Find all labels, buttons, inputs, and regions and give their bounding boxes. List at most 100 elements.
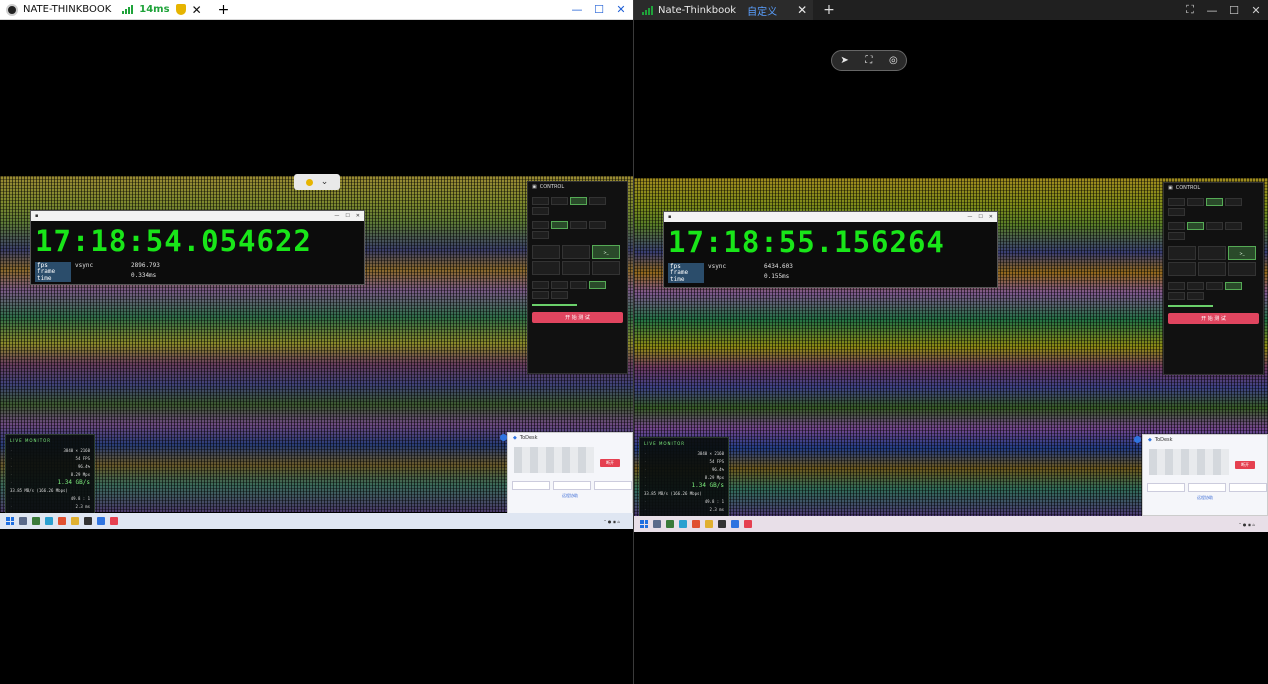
- pointer-icon[interactable]: ➤: [840, 55, 848, 66]
- chrome-icon[interactable]: [58, 517, 66, 525]
- option-button[interactable]: [532, 207, 549, 215]
- option-button[interactable]: [551, 281, 568, 289]
- option-button[interactable]: [1187, 292, 1204, 300]
- mode-button[interactable]: [1198, 262, 1226, 276]
- mode-button[interactable]: [1198, 246, 1226, 260]
- mode-button[interactable]: [562, 261, 590, 275]
- option-button[interactable]: [1187, 282, 1204, 290]
- terminal-icon[interactable]: [84, 517, 92, 525]
- todesk-action-button[interactable]: [512, 481, 550, 490]
- option-button[interactable]: [589, 197, 606, 205]
- terminal-icon[interactable]: [718, 520, 726, 528]
- info-dot-icon[interactable]: [500, 434, 507, 441]
- folder-icon[interactable]: [71, 517, 79, 525]
- option-button-selected[interactable]: [551, 221, 568, 229]
- option-button[interactable]: [1168, 292, 1185, 300]
- close-icon[interactable]: ✕: [989, 214, 993, 220]
- fullscreen-icon[interactable]: ⛶: [1184, 3, 1196, 17]
- todesk-action-button[interactable]: [1147, 483, 1185, 492]
- info-dot-icon[interactable]: [1134, 436, 1141, 443]
- folder-icon[interactable]: [705, 520, 713, 528]
- option-button[interactable]: [1206, 282, 1223, 290]
- edge-icon[interactable]: [45, 517, 53, 525]
- shield-icon[interactable]: [175, 4, 186, 15]
- windows-start-icon[interactable]: [6, 517, 14, 525]
- new-tab-button[interactable]: +: [218, 2, 230, 18]
- todesk-action-button[interactable]: [1188, 483, 1226, 492]
- option-button-selected[interactable]: [1206, 198, 1223, 206]
- option-button[interactable]: [1168, 282, 1185, 290]
- edge-icon[interactable]: [679, 520, 687, 528]
- option-button[interactable]: [532, 221, 549, 229]
- terminal-mode-button[interactable]: >_: [592, 245, 620, 259]
- todesk-action-button[interactable]: [594, 481, 632, 490]
- close-tab-icon[interactable]: ✕: [797, 3, 807, 17]
- minimize-icon[interactable]: —: [967, 214, 972, 220]
- windows-start-icon[interactable]: [640, 520, 648, 528]
- mode-button[interactable]: [562, 245, 590, 259]
- mode-button[interactable]: [1168, 262, 1196, 276]
- active-app-icon[interactable]: [744, 520, 752, 528]
- maximize-icon[interactable]: ☐: [1228, 4, 1240, 17]
- maximize-icon[interactable]: ☐: [593, 3, 605, 16]
- option-button[interactable]: [532, 231, 549, 239]
- mode-button[interactable]: [592, 261, 620, 275]
- option-button-selected[interactable]: [570, 197, 587, 205]
- mode-button[interactable]: [532, 245, 560, 259]
- disconnect-button[interactable]: 断开: [1235, 461, 1255, 469]
- option-button[interactable]: [1225, 222, 1242, 230]
- remote-assist-link[interactable]: 远程协助: [508, 493, 632, 499]
- option-button-selected[interactable]: [1225, 282, 1242, 290]
- todesk-action-button[interactable]: [553, 481, 591, 490]
- option-button[interactable]: [1225, 198, 1242, 206]
- new-tab-button[interactable]: +: [823, 2, 835, 18]
- option-button[interactable]: [1187, 198, 1204, 206]
- option-button[interactable]: [532, 281, 549, 289]
- system-tray[interactable]: ⌃ ● ◉ ⌂: [1238, 522, 1255, 527]
- todesk-taskbar-icon[interactable]: [97, 517, 105, 525]
- disconnect-button[interactable]: 断开: [600, 459, 620, 467]
- option-button[interactable]: [1168, 232, 1185, 240]
- chrome-icon[interactable]: [692, 520, 700, 528]
- todesk-action-button[interactable]: [1229, 483, 1267, 492]
- mode-button[interactable]: [1228, 262, 1256, 276]
- minimize-icon[interactable]: —: [571, 3, 583, 16]
- custom-label[interactable]: 自定义: [747, 3, 777, 18]
- option-button[interactable]: [532, 291, 549, 299]
- option-button[interactable]: [570, 281, 587, 289]
- search-icon[interactable]: [653, 520, 661, 528]
- left-tab[interactable]: NATE-THINKBOOK 14ms ✕: [0, 0, 208, 20]
- option-button-selected[interactable]: [589, 281, 606, 289]
- search-icon[interactable]: [19, 517, 27, 525]
- fullscreen-icon[interactable]: ⛶: [865, 55, 872, 66]
- option-button[interactable]: [1168, 222, 1185, 230]
- option-button[interactable]: [570, 221, 587, 229]
- taskbar-app-icon[interactable]: [32, 517, 40, 525]
- start-test-button[interactable]: 开 始 测 试: [1168, 313, 1259, 324]
- right-tab[interactable]: Nate-Thinkbook 自定义 ✕: [634, 0, 814, 20]
- option-button[interactable]: [1206, 222, 1223, 230]
- todesk-taskbar-icon[interactable]: [731, 520, 739, 528]
- maximize-icon[interactable]: ☐: [345, 213, 349, 219]
- option-button[interactable]: [1168, 208, 1185, 216]
- option-button[interactable]: [1168, 198, 1185, 206]
- close-window-icon[interactable]: ✕: [615, 3, 627, 16]
- chevron-down-icon[interactable]: ⌄: [321, 177, 329, 187]
- mode-button[interactable]: [1168, 246, 1196, 260]
- close-window-icon[interactable]: ✕: [1250, 4, 1262, 17]
- option-button[interactable]: [532, 197, 549, 205]
- left-alert-pill[interactable]: ⌄: [294, 174, 340, 190]
- mode-button[interactable]: [532, 261, 560, 275]
- option-button[interactable]: [589, 221, 606, 229]
- maximize-icon[interactable]: ☐: [978, 214, 982, 220]
- option-button[interactable]: [551, 291, 568, 299]
- minimize-icon[interactable]: —: [334, 213, 339, 219]
- option-button[interactable]: [551, 197, 568, 205]
- system-tray[interactable]: ⌃ ● ◉ ⌂: [603, 519, 620, 524]
- settings-icon[interactable]: ◎: [889, 55, 898, 66]
- option-button-selected[interactable]: [1187, 222, 1204, 230]
- terminal-mode-button[interactable]: >_: [1228, 246, 1256, 260]
- minimize-icon[interactable]: —: [1206, 4, 1218, 17]
- close-icon[interactable]: ✕: [356, 213, 360, 219]
- start-test-button[interactable]: 开 始 测 试: [532, 312, 623, 323]
